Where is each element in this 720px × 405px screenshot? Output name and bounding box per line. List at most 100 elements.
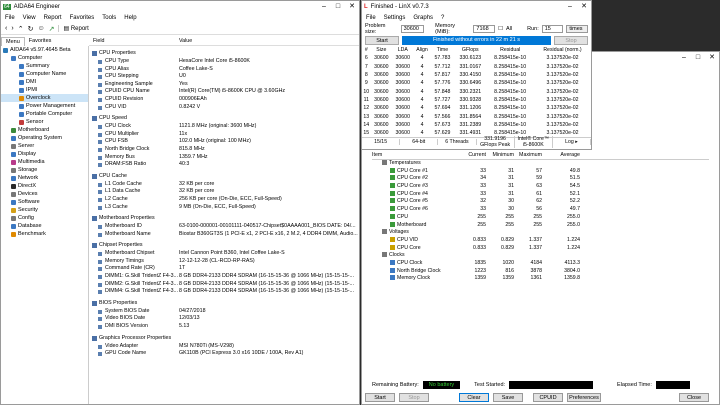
- menu-item[interactable]: Settings: [380, 15, 410, 21]
- tree-item[interactable]: AIDA64 v5.97.4645 Beta: [1, 46, 88, 54]
- result-row[interactable]: 6 30600 30600 4 57.783 330.6123 8.258415e-10 3.…: [362, 54, 591, 62]
- sensor-row[interactable]: CPU Core #1 33 31 57 49.8: [372, 167, 709, 176]
- sensor-row[interactable]: Clocks: [372, 252, 709, 260]
- property-row[interactable]: Command Rate (CR) 1T: [89, 265, 359, 273]
- sensor-row[interactable]: CPU Core #2 34 31 59 51.5: [372, 175, 709, 183]
- tree-item[interactable]: Computer: [1, 54, 88, 62]
- sensor-row[interactable]: Memory Clock 1359 1359 1361 1359.8: [372, 275, 709, 283]
- column-header[interactable]: Time: [431, 46, 455, 54]
- sensor-row[interactable]: CPU Core #5 32 30 62 52.2: [372, 198, 709, 206]
- maximize-icon[interactable]: □: [331, 1, 345, 13]
- forward-icon[interactable]: ›: [11, 25, 13, 32]
- tab-menu[interactable]: Menu: [1, 37, 25, 46]
- property-row[interactable]: Video BIOS Date 12/03/13: [89, 315, 359, 323]
- property-row[interactable]: System BIOS Date 04/27/2018: [89, 308, 359, 316]
- property-row[interactable]: Engineering Sample Yes: [89, 81, 359, 89]
- tree-item[interactable]: Display: [1, 150, 88, 158]
- sensor-row[interactable]: Temperatures: [372, 160, 709, 168]
- hw-maximize-icon[interactable]: □: [691, 52, 705, 64]
- column-header[interactable]: Size: [371, 46, 392, 54]
- close-button[interactable]: Close: [679, 393, 709, 402]
- column-header[interactable]: Item: [372, 151, 458, 159]
- column-header[interactable]: #: [362, 46, 371, 54]
- column-header[interactable]: GFlops: [454, 46, 486, 54]
- tab-favorites[interactable]: Favorites: [25, 37, 56, 46]
- tree-item[interactable]: Multimedia: [1, 158, 88, 166]
- column-header[interactable]: Align: [413, 46, 430, 54]
- tree-item[interactable]: IPMI: [1, 86, 88, 94]
- result-row[interactable]: 9 30600 30600 4 57.776 330.6496 8.258415e-10 3.…: [362, 79, 591, 87]
- property-row[interactable]: L1 Code Cache 32 KB per core: [89, 181, 359, 189]
- property-row[interactable]: DIMM4: G.Skill TridentZ F4-3... 8 GB DDR4…: [89, 288, 359, 296]
- property-row[interactable]: Motherboard Name Biostar B360GT3S (1 PCI-…: [89, 231, 359, 239]
- menu-item[interactable]: File: [1, 15, 19, 21]
- property-row[interactable]: L2 Cache 256 KB per core (On-Die, ECC, Fu…: [89, 196, 359, 204]
- tree-item[interactable]: Summary: [1, 62, 88, 70]
- sensor-row[interactable]: North Bridge Clock 1223 816 3878 3804.0: [372, 267, 709, 276]
- sensor-row[interactable]: CPU Clock 1835 1020 4184 4113.3: [372, 259, 709, 268]
- memory-input[interactable]: 7168: [473, 25, 496, 33]
- result-row[interactable]: 12 30600 30600 4 57.694 331.1206 8.258415e-10 3…: [362, 104, 591, 112]
- chart-icon[interactable]: ↗: [49, 25, 55, 33]
- up-icon[interactable]: ⌃: [18, 25, 24, 33]
- property-row[interactable]: CPU Type HexaCore Intel Core i5-8600K: [89, 58, 359, 66]
- menu-item[interactable]: File: [362, 15, 380, 21]
- property-row[interactable]: L1 Data Cache 32 KB per core: [89, 188, 359, 196]
- tree-item[interactable]: Security: [1, 206, 88, 214]
- result-row[interactable]: 7 30600 30600 4 57.712 331.0167 8.258415e-10 3.…: [362, 63, 591, 71]
- tree-item[interactable]: Benchmark: [1, 230, 88, 238]
- tree-item[interactable]: Operating System: [1, 134, 88, 142]
- property-row[interactable]: CPU VID 0.8242 V: [89, 104, 359, 112]
- column-header[interactable]: Minimum: [486, 151, 514, 159]
- property-row[interactable]: Memory Bus 1359.7 MHz: [89, 154, 359, 162]
- property-row[interactable]: CPU Alias Coffee Lake-S: [89, 66, 359, 74]
- result-row[interactable]: 11 30600 30600 4 57.727 330.9328 8.258415e-10 3…: [362, 96, 591, 104]
- tree-item[interactable]: Portable Computer: [1, 110, 88, 118]
- hw-minimize-icon[interactable]: –: [677, 52, 691, 64]
- result-row[interactable]: 14 30600 30600 4 57.673 331.2389 8.258415e-10 3…: [362, 121, 591, 129]
- sensor-row[interactable]: CPU VID 0.833 0.829 1.337 1.224: [372, 236, 709, 245]
- property-row[interactable]: Motherboard Chipset Intel Cannon Point B3…: [89, 250, 359, 258]
- menu-item[interactable]: Favorites: [66, 15, 99, 21]
- linx-minimize-icon[interactable]: –: [563, 1, 577, 13]
- column-header[interactable]: Current: [458, 151, 486, 159]
- back-icon[interactable]: ‹: [5, 25, 7, 32]
- clear-button[interactable]: Clear: [459, 393, 489, 402]
- property-row[interactable]: L3 Cache 9 MB (On-Die, ECC, Full-Speed): [89, 204, 359, 212]
- sensor-row[interactable]: CPU Core #4 33 31 61 52.1: [372, 190, 709, 199]
- result-row[interactable]: 13 30600 30600 4 57.566 331.8564 8.258415e-10 3…: [362, 112, 591, 120]
- linx-close-icon[interactable]: ✕: [577, 1, 591, 13]
- run-unit-select[interactable]: times: [566, 25, 589, 33]
- result-row[interactable]: 10 30600 30600 4 57.848 330.2321 8.258415e-10 3…: [362, 87, 591, 95]
- tree-item[interactable]: Server: [1, 142, 88, 150]
- menu-item[interactable]: Tools: [98, 15, 120, 21]
- column-header[interactable]: Average: [542, 151, 580, 159]
- tree-item[interactable]: Sensor: [1, 118, 88, 126]
- cpuid-button[interactable]: CPUID: [533, 393, 563, 402]
- tree-item[interactable]: Computer Name: [1, 70, 88, 78]
- column-header[interactable]: LDA: [392, 46, 413, 54]
- tree-item[interactable]: Database: [1, 222, 88, 230]
- tree-item[interactable]: Overclock: [1, 94, 88, 102]
- property-row[interactable]: Video Adapter MSI N780Ti (MS-V298): [89, 343, 359, 351]
- stop-button[interactable]: Stop: [399, 393, 429, 402]
- tree-item[interactable]: DMI: [1, 78, 88, 86]
- tree-item[interactable]: Motherboard: [1, 126, 88, 134]
- menu-item[interactable]: Help: [120, 15, 140, 21]
- property-row[interactable]: GPU Code Name GK110B (PCI Express 3.0 x16…: [89, 350, 359, 358]
- close-icon[interactable]: ✕: [345, 1, 359, 13]
- property-row[interactable]: Motherboard ID 63-0100-000001-00101111-04…: [89, 223, 359, 231]
- tree-item[interactable]: Devices: [1, 190, 88, 198]
- sensor-row[interactable]: CPU Core #6 33 30 56 49.7: [372, 206, 709, 214]
- tree-item[interactable]: Storage: [1, 166, 88, 174]
- preferences-button[interactable]: Preferences: [567, 393, 601, 402]
- property-row[interactable]: CPUID CPU Name Intel(R) Core(TM) i5-8600K…: [89, 88, 359, 96]
- save-button[interactable]: Save: [493, 393, 523, 402]
- start-button[interactable]: Start: [365, 393, 395, 402]
- menu-item[interactable]: Report: [40, 15, 66, 21]
- sensor-row[interactable]: CPU Core #3 33 31 63 54.5: [372, 183, 709, 191]
- linx-start-button[interactable]: Start: [365, 36, 399, 45]
- tree-item[interactable]: Config: [1, 214, 88, 222]
- property-row[interactable]: CPU FSB 102.0 MHz (original: 100 MHz): [89, 138, 359, 146]
- menu-item[interactable]: Graphs: [409, 15, 437, 21]
